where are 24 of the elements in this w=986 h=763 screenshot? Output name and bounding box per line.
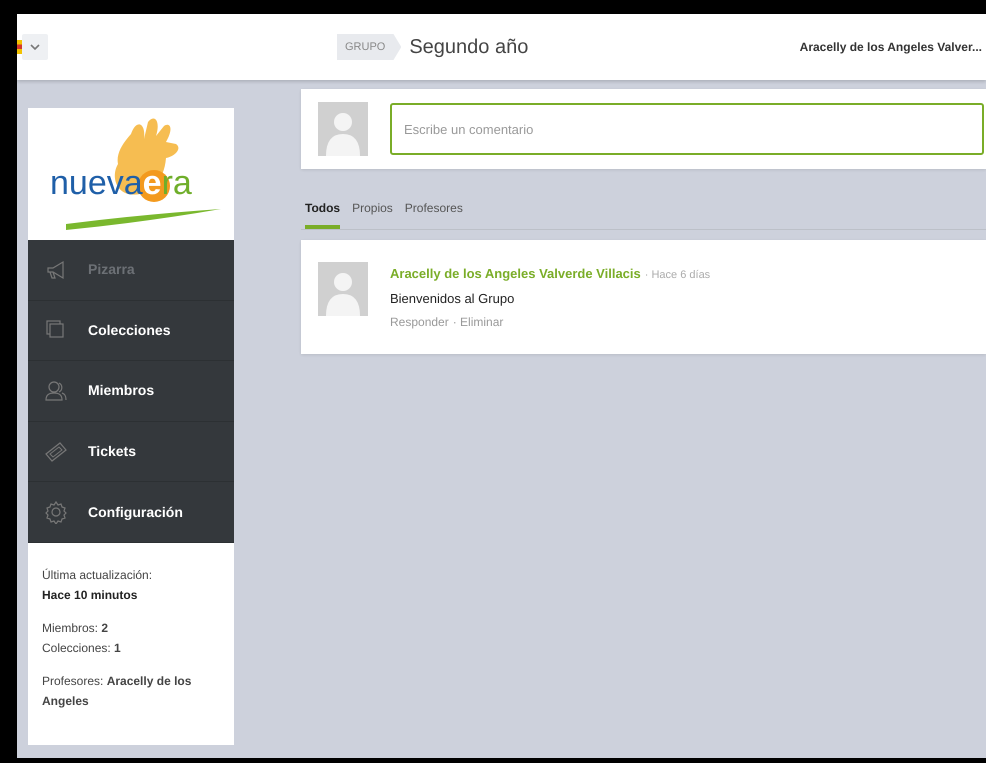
post-time: · Hace 6 días	[644, 269, 710, 281]
caret-icon	[30, 44, 40, 50]
filter-tab[interactable]: Profesores	[404, 199, 463, 229]
people-icon	[44, 378, 68, 403]
sidebar-item[interactable]: Colecciones	[28, 300, 234, 362]
filter-tab[interactable]: Todos	[305, 199, 340, 229]
collections-count: Colecciones: 1	[42, 640, 122, 658]
info-label: Última actualización:	[42, 566, 154, 584]
ticket-icon	[44, 440, 68, 464]
filter-tab[interactable]: Propios	[352, 199, 393, 229]
post-text: Bienvenidos al Grupo	[390, 290, 516, 308]
info-value: Hace 10 minutos	[42, 587, 138, 604]
sidebar-item[interactable]: Tickets	[28, 422, 234, 482]
language-dropdown[interactable]	[22, 34, 48, 60]
sidebar-item[interactable]: Configuración	[28, 482, 234, 543]
sidebar-item[interactable]: Miembros	[28, 361, 234, 422]
teachers-info: Profesores: Aracelly de los Angeles	[42, 672, 192, 710]
group-tag: GRUPO	[337, 34, 402, 60]
flag-icon	[17, 40, 22, 54]
comment-field[interactable]: Escribe un comentario	[390, 103, 984, 155]
user-name[interactable]: Aracelly de los Angeles Valver...	[800, 38, 982, 56]
settings-icon	[44, 500, 68, 524]
group-title: Segundo año	[409, 35, 528, 60]
members-count: Miembros: 2	[42, 620, 110, 637]
